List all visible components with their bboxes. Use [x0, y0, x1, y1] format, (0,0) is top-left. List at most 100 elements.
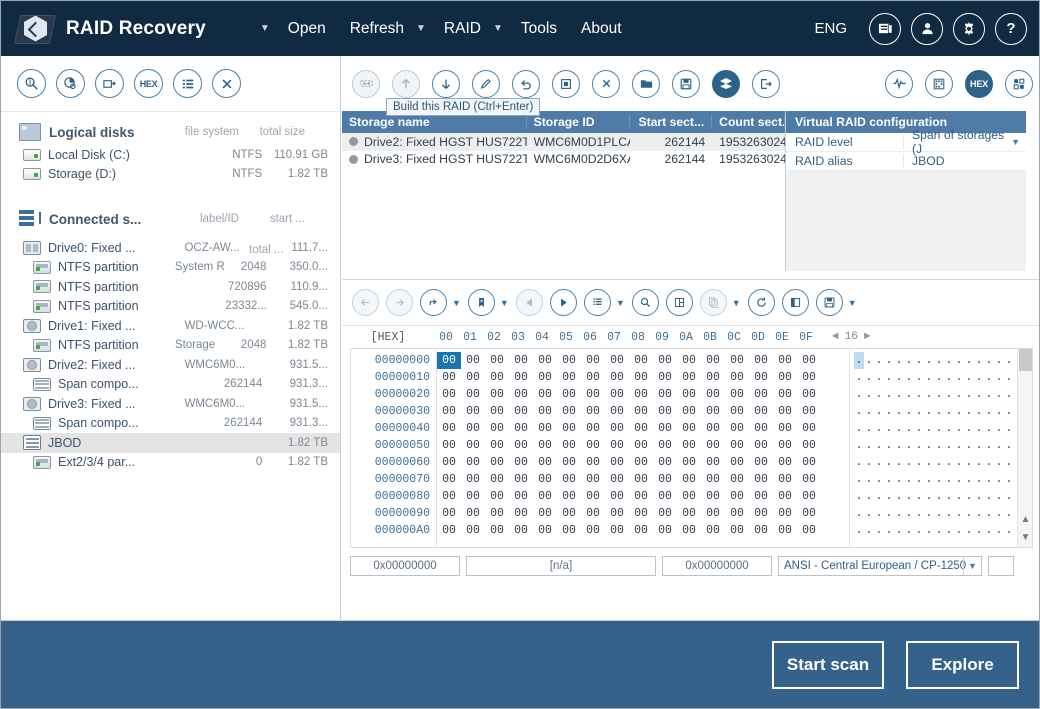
scroll-down-icon[interactable]: ▼ — [1020, 532, 1031, 543]
hex-byte[interactable]: 00 — [605, 471, 629, 488]
save-icon[interactable] — [672, 70, 700, 98]
previous-bookmark-icon[interactable] — [516, 289, 543, 316]
ascii-row[interactable]: ................ — [850, 471, 1017, 488]
hex-byte[interactable]: 00 — [773, 454, 797, 471]
list-item-local-disk-c[interactable]: Local Disk (C:) NTFS 110.91 GB — [1, 145, 340, 165]
ascii-char[interactable]: . — [984, 437, 994, 454]
ascii-char[interactable]: . — [894, 488, 904, 505]
ascii-char[interactable]: . — [854, 471, 864, 488]
hex-byte[interactable]: 00 — [653, 420, 677, 437]
ascii-char[interactable]: . — [984, 386, 994, 403]
hex-byte[interactable]: 00 — [701, 437, 725, 454]
hex-byte[interactable]: 00 — [485, 420, 509, 437]
ascii-char[interactable]: . — [924, 522, 934, 539]
structure-view-icon[interactable] — [666, 289, 693, 316]
ascii-char[interactable]: . — [864, 352, 874, 369]
hex-byte[interactable]: 00 — [533, 437, 557, 454]
ascii-char[interactable]: . — [864, 471, 874, 488]
explore-button[interactable]: Explore — [906, 641, 1019, 689]
hex-byte[interactable]: 00 — [557, 420, 581, 437]
hex-byte[interactable]: 00 — [725, 352, 749, 369]
memory-chip-icon[interactable] — [552, 70, 580, 98]
ascii-char[interactable]: . — [994, 522, 1004, 539]
ascii-char[interactable]: . — [954, 437, 964, 454]
hex-row[interactable]: 00000000000000000000000000000000 — [437, 403, 849, 420]
hex-byte[interactable]: 00 — [485, 369, 509, 386]
chevron-down-icon[interactable]: ▼ — [452, 298, 461, 308]
ascii-row[interactable]: ................ — [850, 522, 1017, 539]
ascii-char[interactable]: . — [954, 352, 964, 369]
hex-byte[interactable]: 00 — [797, 352, 821, 369]
hex-byte[interactable]: 00 — [437, 471, 461, 488]
partition-view-icon[interactable] — [1005, 70, 1033, 98]
ascii-char[interactable]: . — [954, 369, 964, 386]
ascii-char[interactable]: . — [884, 437, 894, 454]
hex-row[interactable]: 00000000000000000000000000000000 — [437, 505, 849, 522]
ascii-char[interactable]: . — [854, 369, 864, 386]
ascii-char[interactable]: . — [914, 437, 924, 454]
menu-item-tools[interactable]: Tools — [509, 16, 569, 42]
ascii-char[interactable]: . — [1004, 386, 1014, 403]
ascii-char[interactable]: . — [964, 386, 974, 403]
hex-byte[interactable]: 00 — [605, 403, 629, 420]
hex-byte[interactable]: 00 — [701, 505, 725, 522]
hex-scrollbar[interactable]: ▲ ▼ — [1017, 349, 1032, 547]
refresh-icon[interactable] — [748, 289, 775, 316]
raid-alias-value[interactable]: JBOD — [904, 154, 1026, 168]
ascii-char[interactable]: . — [984, 505, 994, 522]
ascii-row[interactable]: ................ — [850, 505, 1017, 522]
hex-byte[interactable]: 00 — [485, 386, 509, 403]
ascii-char[interactable]: . — [974, 352, 984, 369]
ascii-char[interactable]: . — [854, 403, 864, 420]
hex-byte[interactable]: 00 — [749, 403, 773, 420]
hex-byte[interactable]: 00 — [749, 352, 773, 369]
hex-byte[interactable]: 00 — [509, 437, 533, 454]
ascii-char[interactable]: . — [904, 454, 914, 471]
column-storage-name[interactable]: Storage name — [342, 115, 527, 129]
ascii-char[interactable]: . — [994, 420, 1004, 437]
ascii-char[interactable]: . — [934, 471, 944, 488]
ascii-char[interactable]: . — [944, 369, 954, 386]
ascii-char[interactable]: . — [914, 420, 924, 437]
ascii-char[interactable]: . — [904, 471, 914, 488]
hex-row[interactable]: 00000000000000000000000000000000 — [437, 488, 849, 505]
ascii-char[interactable]: . — [944, 386, 954, 403]
ascii-char[interactable]: . — [934, 488, 944, 505]
hex-byte[interactable]: 00 — [653, 437, 677, 454]
ascii-char[interactable]: . — [884, 386, 894, 403]
ascii-char[interactable]: . — [864, 454, 874, 471]
hex-byte[interactable]: 00 — [725, 505, 749, 522]
find-icon[interactable] — [632, 289, 659, 316]
ascii-char[interactable]: . — [934, 420, 944, 437]
column-start-sector[interactable]: Start sect... — [630, 115, 712, 129]
hex-byte[interactable]: 00 — [461, 488, 485, 505]
menu-item-refresh[interactable]: Refresh — [338, 16, 416, 42]
hex-byte[interactable]: 00 — [533, 352, 557, 369]
ascii-char[interactable]: . — [964, 522, 974, 539]
ascii-char[interactable]: . — [944, 403, 954, 420]
ascii-char[interactable]: . — [904, 488, 914, 505]
hex-byte[interactable]: 00 — [677, 471, 701, 488]
hex-byte[interactable]: 00 — [629, 488, 653, 505]
build-raid-icon[interactable] — [712, 70, 740, 98]
hex-byte[interactable]: 00 — [605, 420, 629, 437]
ascii-char[interactable]: . — [944, 471, 954, 488]
ascii-char[interactable]: . — [914, 522, 924, 539]
disk-analysis-icon[interactable] — [56, 69, 85, 98]
hex-byte[interactable]: 00 — [653, 522, 677, 539]
ascii-char[interactable]: . — [934, 454, 944, 471]
ascii-char[interactable]: . — [974, 403, 984, 420]
hex-byte[interactable]: 00 — [605, 352, 629, 369]
hex-byte[interactable]: 00 — [773, 505, 797, 522]
ascii-char[interactable]: . — [874, 369, 884, 386]
hex-byte[interactable]: 00 — [437, 403, 461, 420]
ascii-char[interactable]: . — [974, 522, 984, 539]
hex-byte[interactable]: 00 — [605, 505, 629, 522]
ascii-char[interactable]: . — [854, 420, 864, 437]
hex-byte[interactable]: 00 — [629, 352, 653, 369]
hex-byte[interactable]: 00 — [557, 386, 581, 403]
hex-byte[interactable]: 00 — [629, 471, 653, 488]
hex-byte[interactable]: 00 — [677, 437, 701, 454]
ascii-char[interactable]: . — [964, 488, 974, 505]
hex-byte[interactable]: 00 — [581, 471, 605, 488]
